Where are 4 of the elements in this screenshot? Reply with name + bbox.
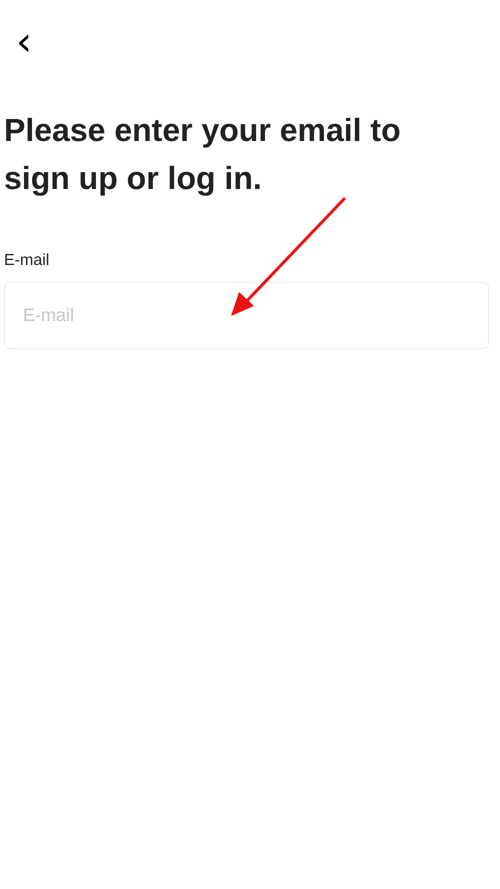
page-heading: Please enter your email to sign up or log in. — [4, 111, 402, 198]
field-label: E-mail — [4, 251, 50, 271]
email-input[interactable]: E-mail — [4, 282, 489, 349]
back-button[interactable]: ‹ — [12, 24, 36, 60]
